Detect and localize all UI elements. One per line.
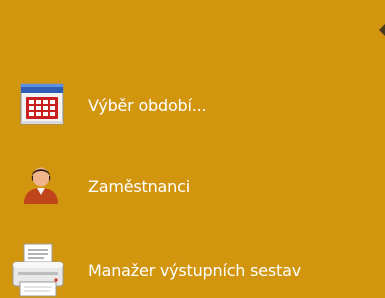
printer-icon	[10, 242, 66, 298]
menu-item-report-manager-label: Manažer výstupních sestav	[88, 261, 301, 280]
menu-item-employees[interactable]: Zaměstnanci	[0, 160, 385, 210]
menu-item-report-manager[interactable]: Manažer výstupních sestav	[0, 242, 385, 297]
menu-item-employees-label: Zaměstnanci	[88, 177, 190, 196]
navigation-panel: Výběr období... Zaměstnanci Manažer výst…	[0, 0, 385, 298]
menu-item-period-selection[interactable]: Výběr období...	[0, 80, 385, 130]
collapse-arrow-icon[interactable]	[375, 20, 385, 40]
menu-item-period-selection-label: Výběr období...	[88, 96, 207, 115]
calendar-icon	[18, 81, 66, 131]
employee-person-icon	[18, 164, 64, 208]
